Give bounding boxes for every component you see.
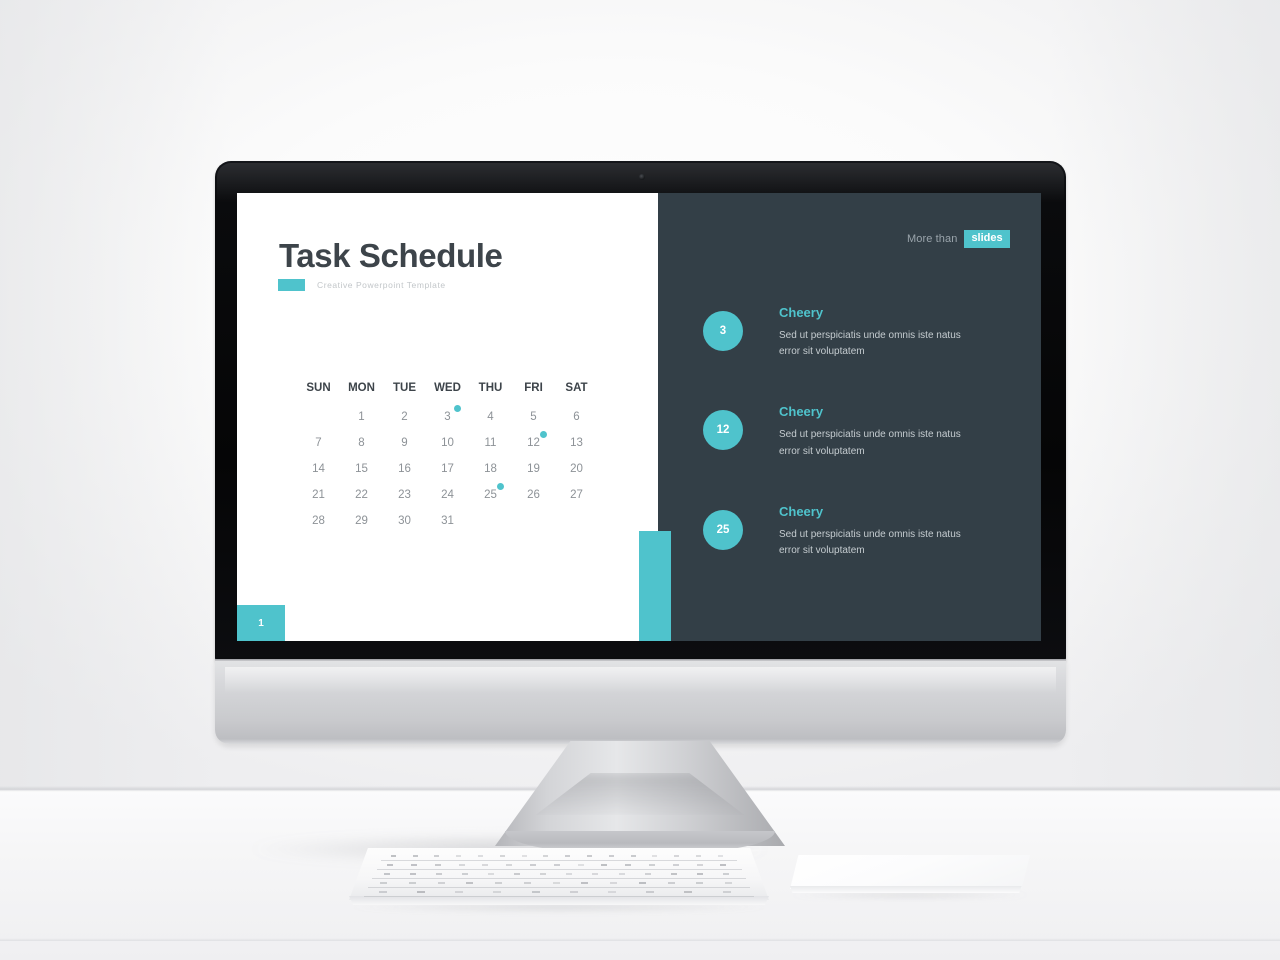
event-text-group: Cheery Sed ut perspiciatis unde omnis is… (779, 305, 969, 360)
calendar-day[interactable]: 20 (555, 456, 598, 482)
monitor-bezel: More than slides Task Schedule Creative … (215, 161, 1066, 661)
calendar-day[interactable]: 26 (512, 482, 555, 508)
calendar-day[interactable]: 25 (469, 482, 512, 508)
calendar-day[interactable]: 10 (426, 430, 469, 456)
calendar-day[interactable]: 29 (340, 508, 383, 534)
calendar-day[interactable]: 16 (383, 456, 426, 482)
calendar-day[interactable]: 5 (512, 404, 555, 430)
calendar-day[interactable]: 23 (383, 482, 426, 508)
calendar-weekday: WED (426, 375, 469, 404)
calendar-day[interactable]: 18 (469, 456, 512, 482)
event-description: Sed ut perspiciatis unde omnis iste natu… (779, 328, 969, 360)
calendar-day[interactable]: 9 (383, 430, 426, 456)
calendar-day[interactable]: 17 (426, 456, 469, 482)
list-item[interactable]: 25 Cheery Sed ut perspiciatis unde omnis… (703, 504, 1003, 559)
calendar-weekday: SAT (555, 375, 598, 404)
monitor-chin-top-edge (215, 659, 1066, 661)
calendar-week-row: 28 29 30 31 (297, 508, 617, 534)
calendar-marker-dot (497, 483, 504, 490)
calendar-day[interactable]: 1 (340, 404, 383, 430)
calendar-week-row: 21 22 23 24 25 26 27 (297, 482, 617, 508)
calendar-header-row: SUN MON TUE WED THU FRI SAT (297, 375, 617, 404)
calendar-week-row: 1 2 3 4 5 6 (297, 404, 617, 430)
webcam-icon (639, 174, 645, 180)
calendar-day[interactable]: 15 (340, 456, 383, 482)
scene: More than slides Task Schedule Creative … (0, 0, 1280, 960)
trackpad[interactable] (790, 855, 1030, 897)
calendar-day[interactable]: 14 (297, 456, 340, 482)
calendar-marker-dot (454, 405, 461, 412)
calendar-weekday: SUN (297, 375, 340, 404)
event-title: Cheery (779, 504, 969, 519)
list-item[interactable]: 3 Cheery Sed ut perspiciatis unde omnis … (703, 305, 1003, 360)
calendar-day[interactable]: 31 (426, 508, 469, 534)
presentation-slide: More than slides Task Schedule Creative … (237, 193, 1041, 641)
accent-bar (639, 531, 671, 641)
calendar-marker-dot (540, 431, 547, 438)
calendar-day[interactable]: 8 (340, 430, 383, 456)
imac-monitor: More than slides Task Schedule Creative … (215, 161, 1066, 746)
calendar-weekday: MON (340, 375, 383, 404)
calendar-day[interactable]: 12 (512, 430, 555, 456)
event-day-circle: 3 (703, 311, 743, 351)
calendar-day[interactable] (555, 508, 598, 534)
calendar-day[interactable]: 28 (297, 508, 340, 534)
trackpad-side (790, 886, 1030, 893)
calendar-day[interactable] (297, 404, 340, 430)
subtitle-swatch (278, 279, 305, 291)
event-description: Sed ut perspiciatis unde omnis iste natu… (779, 527, 969, 559)
calendar-day[interactable]: 27 (555, 482, 598, 508)
subtitle-row: Creative Powerpoint Template (278, 279, 446, 291)
calendar-day[interactable]: 6 (555, 404, 598, 430)
more-than-label: More than (907, 233, 957, 245)
calendar-day[interactable] (512, 508, 555, 534)
calendar-weekday: FRI (512, 375, 555, 404)
page-number-badge: 1 (237, 605, 285, 641)
calendar-day[interactable]: 21 (297, 482, 340, 508)
calendar-day[interactable]: 19 (512, 456, 555, 482)
event-text-group: Cheery Sed ut perspiciatis unde omnis is… (779, 504, 969, 559)
event-title: Cheery (779, 305, 969, 320)
more-than-group: More than slides (907, 230, 1010, 248)
calendar-weekday: THU (469, 375, 512, 404)
event-list: 3 Cheery Sed ut perspiciatis unde omnis … (703, 305, 1003, 603)
slides-badge: slides (964, 230, 1009, 248)
trackpad-surface (790, 855, 1030, 889)
calendar-day[interactable]: 3 (426, 404, 469, 430)
calendar-week-row: 7 8 9 10 11 12 13 (297, 430, 617, 456)
calendar-day[interactable]: 13 (555, 430, 598, 456)
monitor-chin-sheen (225, 667, 1056, 693)
event-title: Cheery (779, 404, 969, 419)
calendar-day[interactable]: 7 (297, 430, 340, 456)
monitor-screen: More than slides Task Schedule Creative … (237, 193, 1041, 641)
event-day-circle: 12 (703, 410, 743, 450)
list-item[interactable]: 12 Cheery Sed ut perspiciatis unde omnis… (703, 404, 1003, 459)
calendar-day[interactable]: 2 (383, 404, 426, 430)
calendar: SUN MON TUE WED THU FRI SAT 1 2 3 4 5 6 … (297, 375, 617, 534)
calendar-day[interactable]: 30 (383, 508, 426, 534)
calendar-day[interactable]: 11 (469, 430, 512, 456)
subtitle-text: Creative Powerpoint Template (317, 280, 446, 290)
keyboard-keys (349, 848, 769, 900)
calendar-weekday: TUE (383, 375, 426, 404)
page-title: Task Schedule (279, 237, 502, 275)
page-number-label: 1 (258, 618, 264, 629)
calendar-day[interactable]: 22 (340, 482, 383, 508)
event-description: Sed ut perspiciatis unde omnis iste natu… (779, 427, 969, 459)
event-day-circle: 25 (703, 510, 743, 550)
event-text-group: Cheery Sed ut perspiciatis unde omnis is… (779, 404, 969, 459)
desk-front-edge (0, 938, 1280, 941)
calendar-day[interactable]: 24 (426, 482, 469, 508)
keyboard[interactable] (349, 848, 769, 910)
calendar-day[interactable]: 4 (469, 404, 512, 430)
calendar-week-row: 14 15 16 17 18 19 20 (297, 456, 617, 482)
calendar-day[interactable] (469, 508, 512, 534)
